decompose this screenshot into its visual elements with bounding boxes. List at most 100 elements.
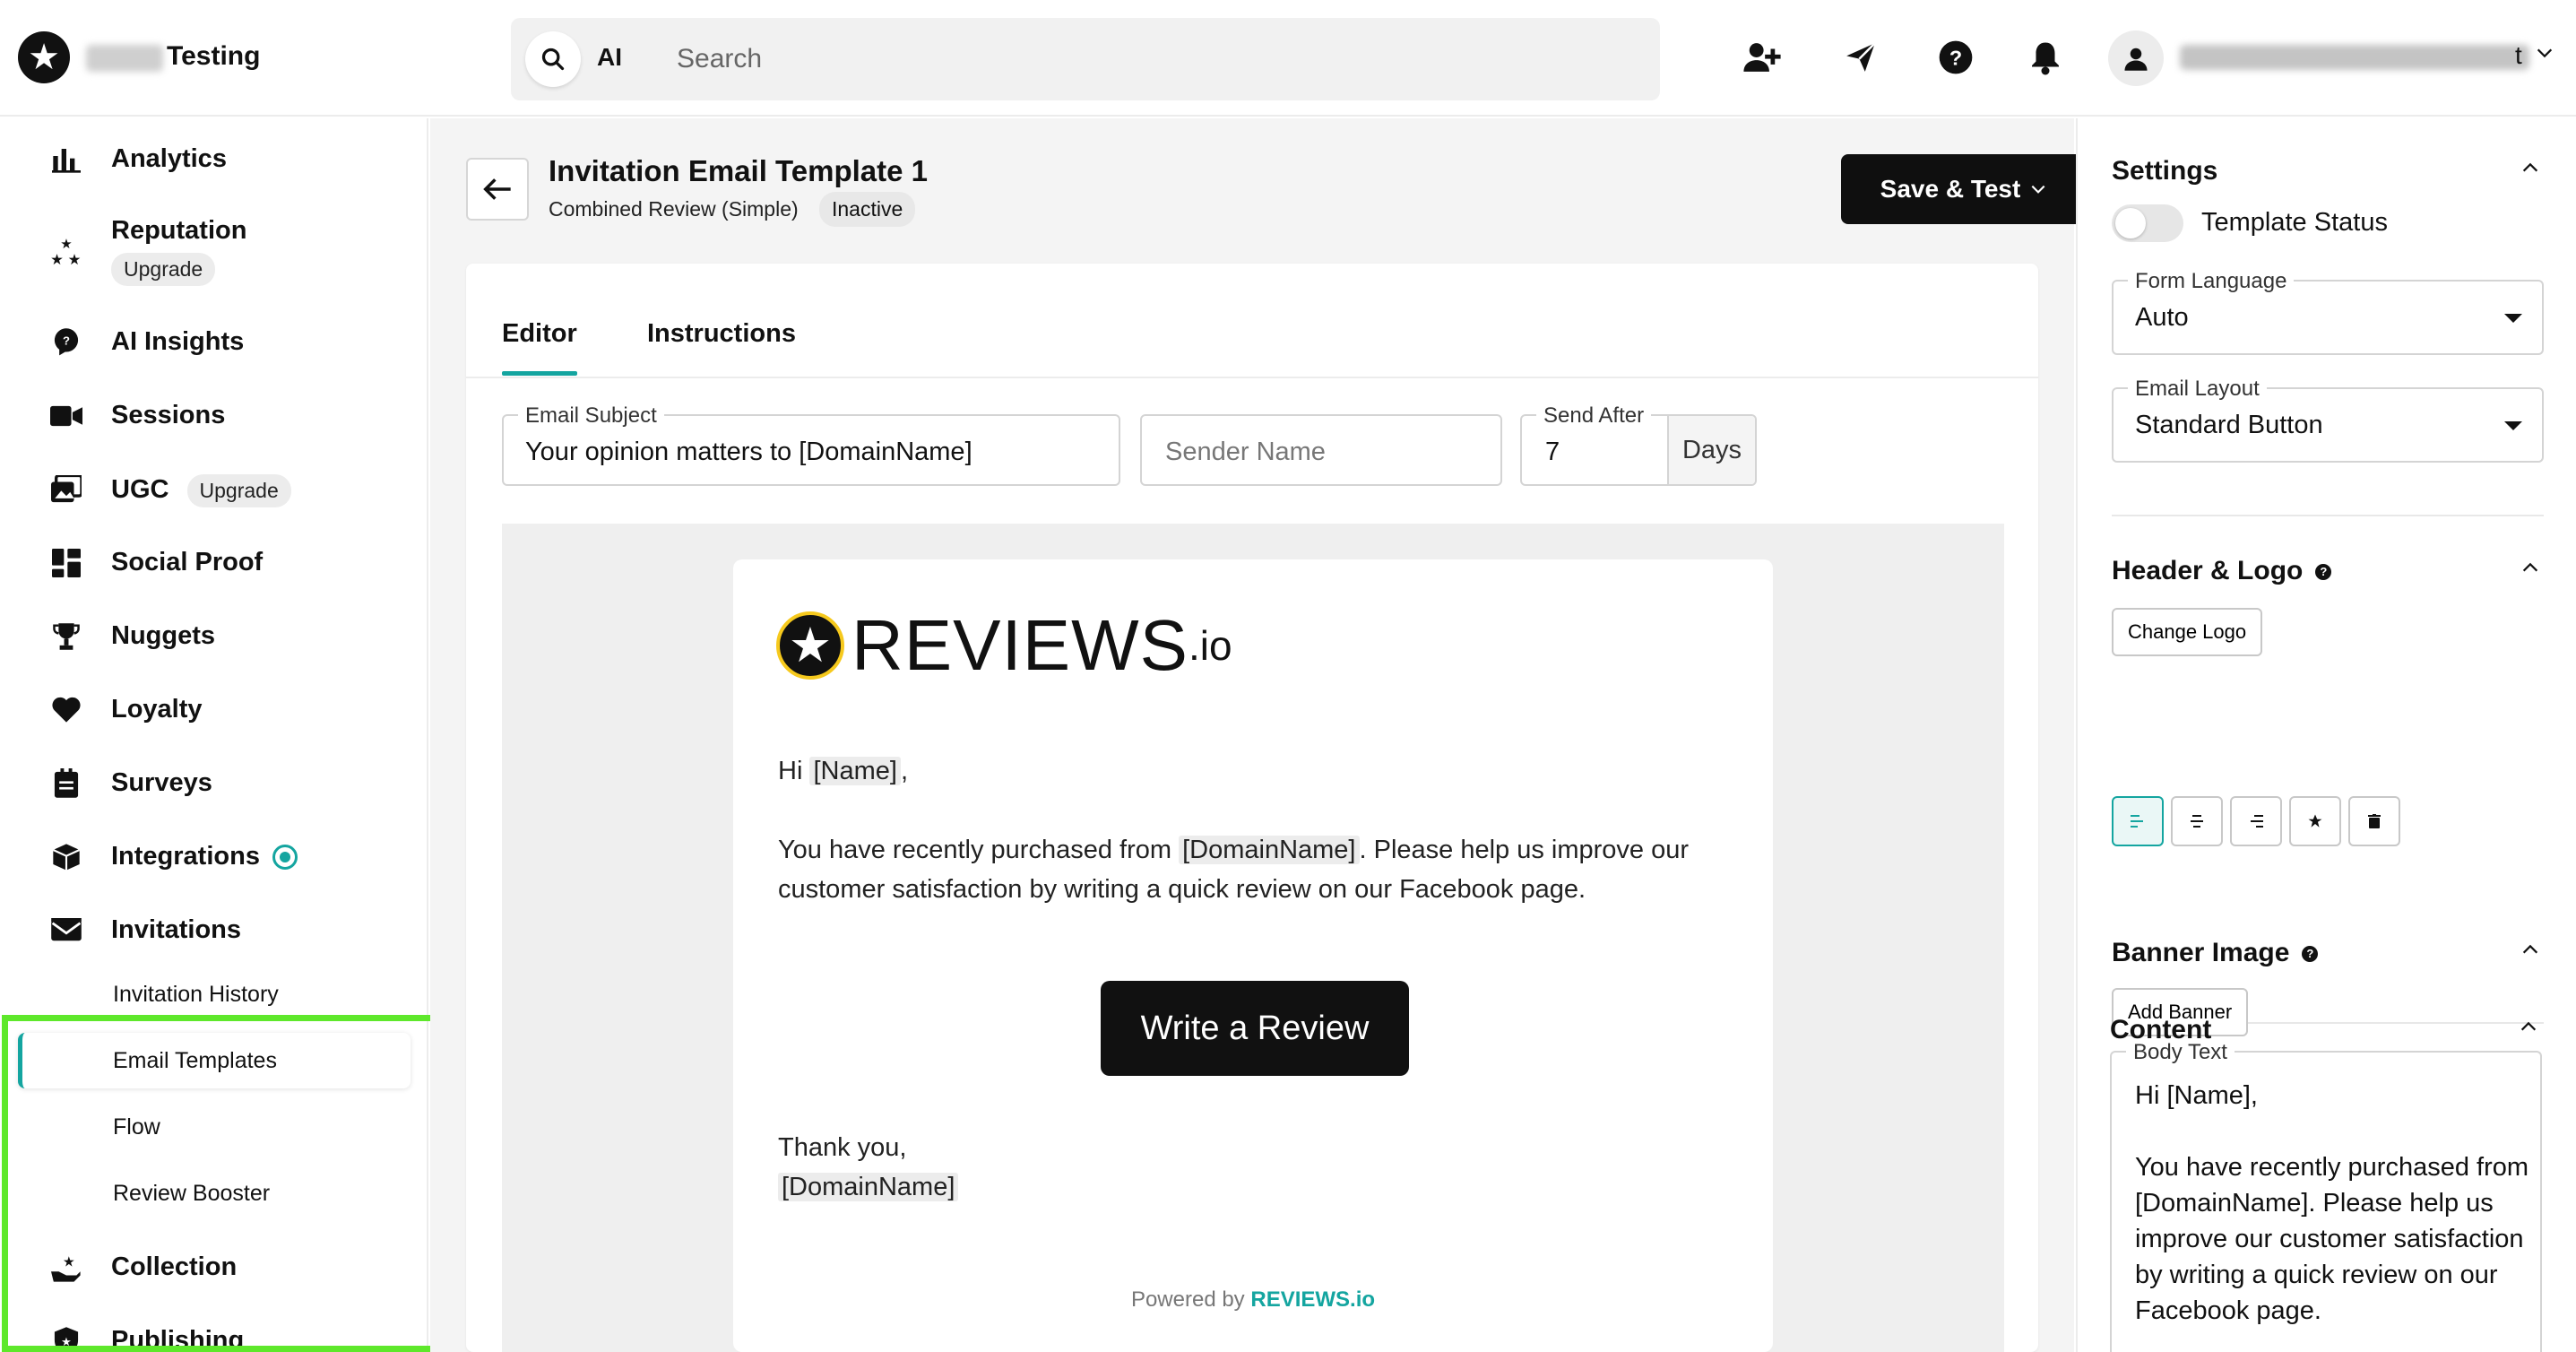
delete-logo-icon[interactable]	[2348, 796, 2400, 846]
sidebar-item-label: Reputation	[111, 216, 247, 245]
chevron-down-icon[interactable]	[2535, 43, 2554, 67]
align-center-icon[interactable]	[2171, 796, 2223, 846]
user-email-redacted[interactable]	[2180, 45, 2529, 70]
template-status-toggle[interactable]	[2112, 204, 2183, 242]
template-status-label: Template Status	[2201, 208, 2388, 237]
body-text-field[interactable]: Body Text Hi [Name], You have recently p…	[2110, 1040, 2542, 1352]
top-bar: ★ Testing AI ? t	[0, 0, 2576, 117]
sidebar-item-publishing[interactable]: ★ Publishing	[0, 1309, 428, 1352]
search-bar: AI	[511, 18, 1660, 100]
sidebar-subitem-invitation-history[interactable]: Invitation History	[18, 966, 411, 1022]
upgrade-badge[interactable]: Upgrade	[111, 253, 216, 286]
chevron-up-icon[interactable]	[2520, 940, 2540, 964]
email-greeting: Hi [Name],	[778, 757, 908, 785]
svg-text:★: ★	[68, 252, 82, 267]
sidebar-item-ai-insights[interactable]: ? AI Insights	[0, 310, 428, 373]
ai-search-toggle[interactable]: AI	[597, 43, 622, 72]
help-icon: ?	[2302, 946, 2319, 963]
active-tab-indicator	[502, 371, 577, 376]
sidebar-item-reputation[interactable]: ★ ★ ★ Reputation Upgrade	[0, 199, 428, 289]
bell-icon[interactable]	[2018, 30, 2072, 84]
domain-tag: [DomainName]	[778, 1173, 959, 1201]
page-title: Invitation Email Template 1	[549, 154, 928, 187]
sidebar-item-nuggets[interactable]: Nuggets	[0, 604, 428, 667]
email-layout-select[interactable]: Email Layout Standard Button	[2112, 377, 2544, 463]
form-language-select[interactable]: Form Language Auto	[2112, 269, 2544, 355]
tab-bar: Editor Instructions	[466, 264, 2038, 378]
sidebar-item-collection[interactable]: ★ Collection	[0, 1235, 428, 1298]
shield-icon: ★	[50, 1325, 82, 1352]
header-logo-title: Header & Logo?	[2112, 556, 2332, 586]
send-icon[interactable]	[1834, 30, 1888, 84]
arrow-left-icon	[483, 178, 511, 200]
send-after-field[interactable]: Send After 7 Days	[1520, 403, 1757, 486]
sidebar-item-analytics[interactable]: Analytics	[0, 127, 428, 190]
email-preview-area: ★ REVIEWS .io Hi [Name], You have recentl…	[502, 524, 2004, 1352]
avatar[interactable]	[2108, 30, 2164, 86]
brand-logo-icon[interactable]: ★	[18, 31, 70, 83]
brand-name-redacted	[86, 45, 163, 72]
email-signoff: Thank you, [DomainName]	[778, 1128, 959, 1207]
caret-down-icon	[2504, 314, 2522, 323]
sidebar-item-loyalty[interactable]: Loyalty	[0, 678, 428, 741]
send-after-value: 7	[1545, 438, 1560, 466]
chevron-up-icon[interactable]	[2520, 158, 2540, 182]
banner-image-title: Banner Image?	[2112, 938, 2319, 968]
sidebar-item-label: Invitations	[111, 915, 242, 944]
search-icon[interactable]	[525, 31, 581, 87]
sidebar-item-label: Nuggets	[111, 621, 215, 650]
tab-editor[interactable]: Editor	[502, 319, 577, 349]
settings-title: Settings	[2112, 156, 2218, 186]
heart-icon	[50, 694, 82, 726]
sidebar-item-ugc[interactable]: UGC Upgrade	[0, 457, 428, 520]
ai-bulb-icon: ?	[50, 326, 82, 359]
clipboard-icon	[50, 767, 82, 800]
body-text-value: Hi [Name], You have recently purchased f…	[2135, 1081, 2529, 1325]
add-user-icon[interactable]	[1735, 30, 1789, 84]
sender-name-field[interactable]: Sender Name	[1140, 414, 1502, 486]
powered-by: Powered by REVIEWS.io	[1130, 1287, 1376, 1312]
help-icon[interactable]: ?	[1929, 30, 1983, 84]
image-gallery-icon	[50, 473, 82, 506]
sidebar-item-surveys[interactable]: Surveys	[0, 751, 428, 814]
sidebar-item-integrations[interactable]: Integrations	[0, 825, 428, 888]
brand-name: Testing	[167, 41, 261, 71]
tab-instructions[interactable]: Instructions	[647, 319, 796, 349]
days-unit: Days	[1667, 416, 1755, 484]
sidebar-item-social-proof[interactable]: Social Proof	[0, 531, 428, 594]
sidebar-item-label: Analytics	[111, 144, 227, 173]
align-left-icon[interactable]	[2112, 796, 2164, 846]
bar-chart-icon	[50, 143, 82, 176]
email-subject-field[interactable]: Email Subject Your opinion matters to [D…	[502, 403, 1120, 486]
video-camera-icon	[50, 400, 82, 432]
sidebar-item-invitations[interactable]: Invitations	[0, 898, 428, 961]
svg-text:★: ★	[50, 252, 64, 267]
sidebar-subitem-flow[interactable]: Flow	[18, 1099, 411, 1155]
logo-star-icon[interactable]	[2289, 796, 2341, 846]
star-hand-icon: ★	[50, 1252, 82, 1284]
change-logo-button[interactable]: Change Logo	[2112, 608, 2263, 656]
editor-card: Editor Instructions Email Subject Your o…	[466, 264, 2038, 1352]
cube-icon	[50, 841, 82, 873]
star-logo-icon: ★	[776, 611, 844, 680]
main-content: Invitation Email Template 1 Combined Rev…	[430, 118, 2087, 1352]
upgrade-badge: Upgrade	[186, 474, 291, 507]
save-and-test-button[interactable]: Save & Test	[1841, 154, 2087, 224]
sidebar-item-label: Loyalty	[111, 695, 203, 724]
sidebar-subitem-review-booster[interactable]: Review Booster	[18, 1166, 411, 1221]
sidebar-item-label: Social Proof	[111, 548, 264, 576]
widgets-icon	[50, 547, 82, 579]
sidebar-item-label: Sessions	[111, 401, 226, 429]
write-a-review-button[interactable]: Write a Review	[1101, 981, 1409, 1076]
search-input[interactable]	[677, 36, 1627, 82]
align-right-icon[interactable]	[2230, 796, 2282, 846]
svg-text:★: ★	[63, 1255, 75, 1270]
sidebar-item-label: AI Insights	[111, 327, 245, 356]
chevron-up-icon[interactable]	[2520, 558, 2540, 582]
svg-text:?: ?	[63, 334, 70, 348]
back-button[interactable]	[466, 158, 529, 221]
chevron-up-icon[interactable]	[2519, 1017, 2538, 1041]
trophy-icon	[50, 620, 82, 653]
sidebar-item-sessions[interactable]: Sessions	[0, 384, 428, 446]
sidebar-subitem-email-templates[interactable]: Email Templates	[18, 1033, 411, 1088]
